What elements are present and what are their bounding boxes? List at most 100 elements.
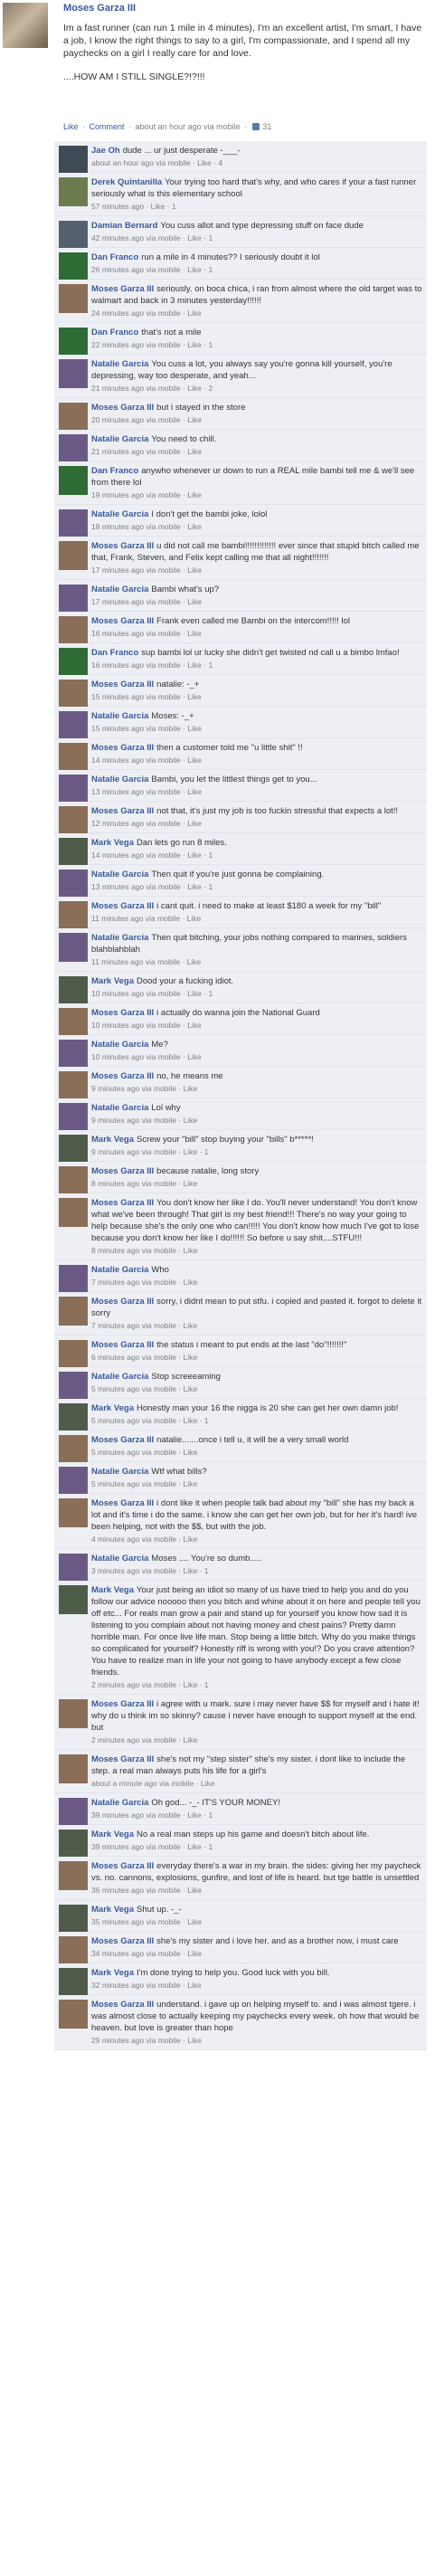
avatar[interactable] [59, 680, 88, 708]
comment-author[interactable]: Mark Vega [91, 1905, 134, 1915]
avatar[interactable] [59, 1265, 88, 1294]
comment-author[interactable]: Dan Franco [91, 252, 138, 262]
avatar[interactable] [59, 1071, 88, 1100]
comment-author[interactable]: Natalie Garcia [91, 1372, 148, 1382]
avatar[interactable] [59, 1103, 88, 1132]
avatar[interactable] [59, 1008, 88, 1037]
comment-author[interactable]: Natalie Garcia [91, 1265, 148, 1275]
avatar[interactable] [59, 1467, 88, 1496]
comment-author[interactable]: Moses Garza III [91, 2000, 154, 2010]
avatar[interactable] [59, 177, 88, 206]
comment-author[interactable]: Natalie Garcia [91, 359, 148, 369]
comment-author[interactable]: Mark Vega [91, 976, 134, 986]
avatar[interactable] [59, 1135, 88, 1164]
comment-author[interactable]: Moses Garza III [91, 541, 154, 551]
avatar[interactable] [59, 1040, 88, 1069]
avatar[interactable] [59, 585, 88, 613]
comment-author[interactable]: Moses Garza III [91, 1340, 154, 1350]
avatar[interactable] [59, 252, 88, 281]
avatar[interactable] [59, 743, 88, 772]
avatar[interactable] [59, 328, 88, 356]
post-author[interactable]: Moses Garza III [63, 3, 136, 14]
avatar[interactable] [59, 284, 88, 313]
comment-author[interactable]: Natalie Garcia [91, 1040, 148, 1050]
comment-author[interactable]: Natalie Garcia [91, 933, 148, 943]
avatar[interactable] [59, 1198, 88, 1227]
comment-author[interactable]: Natalie Garcia [91, 711, 148, 721]
comment-author[interactable]: Moses Garza III [91, 1198, 154, 1208]
comment-author[interactable]: Natalie Garcia [91, 1467, 148, 1477]
avatar[interactable] [59, 648, 88, 677]
comment-author[interactable]: Mark Vega [91, 1830, 134, 1839]
avatar[interactable] [59, 1936, 88, 1965]
avatar[interactable] [59, 221, 88, 250]
comment-author[interactable]: Natalie Garcia [91, 509, 148, 519]
comment-link[interactable]: Comment [90, 122, 125, 131]
comment-author[interactable]: Mark Vega [91, 1135, 134, 1145]
comment-author[interactable]: Moses Garza III [91, 1861, 154, 1871]
avatar[interactable] [59, 466, 88, 495]
avatar[interactable] [59, 775, 88, 803]
comment-author[interactable]: Natalie Garcia [91, 434, 148, 444]
avatar[interactable] [59, 1498, 88, 1527]
comment-author[interactable]: Moses Garza III [91, 1435, 154, 1445]
avatar[interactable] [59, 1435, 88, 1464]
avatar[interactable] [59, 976, 88, 1005]
likes-count[interactable]: 31 [262, 122, 271, 131]
avatar[interactable] [59, 1830, 88, 1858]
avatar[interactable] [59, 1340, 88, 1369]
comment-author[interactable]: Natalie Garcia [91, 775, 148, 784]
avatar[interactable] [59, 541, 88, 570]
comment-author[interactable]: Moses Garza III [91, 901, 154, 911]
comment-author[interactable]: Moses Garza III [91, 1754, 154, 1764]
avatar[interactable] [59, 1798, 88, 1827]
avatar[interactable] [59, 1372, 88, 1401]
avatar[interactable] [59, 1861, 88, 1890]
comment-author[interactable]: Moses Garza III [91, 1008, 154, 1018]
avatar[interactable] [59, 1585, 88, 1614]
avatar[interactable] [59, 434, 88, 463]
comment-author[interactable]: Moses Garza III [91, 1071, 154, 1081]
comment-author[interactable]: Moses Garza III [91, 1699, 154, 1709]
comment-author[interactable]: Moses Garza III [91, 743, 154, 753]
avatar[interactable] [59, 146, 88, 175]
comment-author[interactable]: Natalie Garcia [91, 1103, 148, 1113]
avatar[interactable] [59, 1905, 88, 1934]
avatar[interactable] [59, 1754, 88, 1783]
comment-author[interactable]: Damian Bernard [91, 221, 157, 231]
comment-author[interactable]: Mark Vega [91, 1585, 134, 1595]
avatar[interactable] [59, 838, 88, 867]
avatar[interactable] [59, 1166, 88, 1195]
avatar[interactable] [59, 403, 88, 432]
avatar[interactable] [59, 901, 88, 930]
like-link[interactable]: Like [63, 122, 79, 131]
avatar[interactable] [59, 359, 88, 388]
comment-author[interactable]: Moses Garza III [91, 680, 154, 689]
avatar[interactable] [59, 870, 88, 898]
avatar[interactable] [59, 1968, 88, 1997]
comment-author[interactable]: Moses Garza III [91, 1498, 154, 1508]
avatar[interactable] [59, 1699, 88, 1728]
comment-author[interactable]: Natalie Garcia [91, 585, 148, 594]
comment-author[interactable]: Mark Vega [91, 838, 134, 848]
avatar[interactable] [59, 933, 88, 962]
comment-author[interactable]: Moses Garza III [91, 806, 154, 816]
comment-author[interactable]: Dan Franco [91, 328, 138, 337]
avatar[interactable] [59, 2000, 88, 2029]
comment-author[interactable]: Moses Garza III [91, 1297, 154, 1307]
comment-author[interactable]: Natalie Garcia [91, 870, 148, 879]
comment-author[interactable]: Moses Garza III [91, 1936, 154, 1946]
comment-author[interactable]: Dan Franco [91, 466, 138, 476]
avatar[interactable] [59, 1403, 88, 1432]
comment-author[interactable]: Natalie Garcia [91, 1798, 148, 1808]
avatar[interactable] [59, 1297, 88, 1326]
comment-author[interactable]: Moses Garza III [91, 616, 154, 626]
avatar[interactable] [59, 616, 88, 645]
avatar[interactable] [59, 509, 88, 538]
avatar[interactable] [59, 806, 88, 835]
comment-author[interactable]: Derek Quintanilla [91, 177, 162, 187]
comment-author[interactable]: Jae Oh [91, 146, 120, 156]
comment-author[interactable]: Moses Garza III [91, 403, 154, 413]
comment-author[interactable]: Mark Vega [91, 1968, 134, 1978]
avatar[interactable] [59, 1554, 88, 1583]
